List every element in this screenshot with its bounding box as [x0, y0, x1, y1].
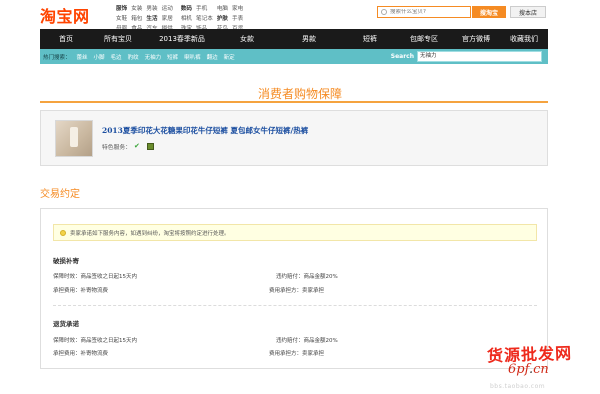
watermark-url-part: cn — [533, 362, 549, 377]
nav-item[interactable]: 男款 — [274, 34, 344, 44]
service-icon[interactable] — [147, 143, 154, 150]
nav-item[interactable]: 2013春季新品 — [144, 34, 220, 44]
hot-search-label: 热门搜索： — [43, 54, 71, 61]
title-divider — [40, 101, 548, 103]
block-row-left: 保障时效：商品签收之日起15天内 — [53, 274, 137, 280]
category-link[interactable]: 手表 — [232, 15, 243, 23]
feature-label: 特色服务： — [102, 145, 131, 151]
guarantee-icon[interactable]: ✔ — [134, 143, 141, 150]
store-nav: 首页 所有宝贝 2013春季新品 女款 男款 短裤 包邮专区 官方微博 收藏我们 — [40, 29, 548, 49]
product-card: 2013夏季印花大花糖果印花牛仔短裤 夏包邮女牛仔短裤/热裤 特色服务： ✔ — [40, 110, 548, 166]
site-header: 淘宝网 服饰女装男装运动女鞋箱包生活家居母婴食品汽车摄供 数码手机电脑家电相机笔… — [0, 0, 600, 32]
product-title-link[interactable]: 2013夏季印花大花糖果印花牛仔短裤 夏包邮女牛仔短裤/热裤 — [102, 125, 308, 136]
nav-item[interactable]: 官方微博 — [452, 34, 500, 44]
nav-item[interactable]: 首页 — [40, 34, 92, 44]
category-heading[interactable]: 服饰 — [116, 5, 127, 13]
nav-item[interactable]: 收藏我们 — [500, 34, 548, 44]
category-link[interactable]: 家电 — [232, 5, 243, 13]
hot-search-term[interactable]: 短裤 — [167, 53, 178, 61]
deal-agreement-box: 卖家承诺如下服务内容，如遇到纠纷，淘宝将按照约定进行处理。 破损补寄 保障时效：… — [40, 208, 548, 369]
block-row-right: 费用承担方：卖家承担 — [269, 351, 325, 357]
hot-search-term[interactable]: 喇叭裤 — [184, 53, 201, 61]
search-icon — [381, 9, 387, 15]
category-heading[interactable]: 生活 — [146, 15, 157, 23]
hot-search-bar: 热门搜索： 蕾丝 小脚 毛边 豹纹 无袖力 短裤 喇叭裤 翻边 新定 Search 无袖力 — [40, 49, 548, 64]
search-taobao-button[interactable]: 搜淘宝 — [472, 6, 506, 18]
category-link[interactable]: 手机 — [196, 5, 213, 13]
hot-search-term[interactable]: 翻边 — [207, 53, 218, 61]
search-input[interactable] — [390, 9, 460, 15]
category-heading[interactable]: 护肤 — [217, 15, 228, 23]
nav-item[interactable]: 包邮专区 — [396, 34, 452, 44]
watermark-url: 6pf.cn — [508, 362, 549, 377]
block-heading-damage: 破损补寄 — [53, 257, 79, 265]
hot-search-term[interactable]: 蕾丝 — [77, 53, 88, 61]
hot-search-term[interactable]: 无袖力 — [145, 53, 162, 61]
nav-item[interactable]: 女款 — [220, 34, 274, 44]
nav-item[interactable]: 短裤 — [344, 34, 396, 44]
category-link[interactable]: 电脑 — [217, 5, 228, 13]
category-link[interactable]: 运动 — [162, 5, 173, 13]
category-link[interactable]: 家居 — [162, 15, 173, 23]
hot-search-term[interactable]: 新定 — [224, 53, 235, 61]
block-row-left: 承担费用：补寄物流费 — [53, 351, 109, 357]
watermark-url-part: 6pf — [508, 362, 529, 377]
search-store-button[interactable]: 搜本店 — [510, 6, 546, 18]
block-heading-return: 退货承诺 — [53, 320, 79, 328]
product-thumbnail[interactable] — [55, 120, 93, 157]
store-search-input[interactable]: 无袖力 — [417, 51, 542, 62]
block-row-left: 保障时效：商品签收之日起15天内 — [53, 338, 137, 344]
nav-item[interactable]: 所有宝贝 — [92, 34, 144, 44]
hot-search-term[interactable]: 小脚 — [94, 53, 105, 61]
category-link[interactable]: 笔记本 — [196, 15, 213, 23]
category-link[interactable]: 箱包 — [131, 15, 142, 23]
hot-search-term[interactable]: 豹纹 — [128, 53, 139, 61]
block-divider — [53, 305, 537, 306]
block-row-right: 违约赔付：商品金额20% — [276, 274, 338, 280]
notice-text: 卖家承诺如下服务内容，如遇到纠纷，淘宝将按照约定进行处理。 — [70, 230, 230, 237]
deal-title: 交易约定 — [40, 189, 80, 200]
category-heading[interactable]: 数码 — [181, 5, 192, 13]
block-row-right: 违约赔付：商品金额20% — [276, 338, 338, 344]
category-link[interactable]: 女鞋 — [116, 15, 127, 23]
block-row-left: 承担费用：补寄物流费 — [53, 288, 109, 294]
category-link[interactable]: 女装 — [131, 5, 142, 13]
lightbulb-icon — [60, 229, 66, 236]
taobao-logo[interactable]: 淘宝网 — [40, 3, 90, 27]
feature-services: 特色服务： ✔ — [102, 142, 154, 151]
page-title: 消费者购物保障 — [257, 87, 342, 101]
store-search: Search 无袖力 — [391, 51, 548, 62]
notice-bar: 卖家承诺如下服务内容，如遇到纠纷，淘宝将按照约定进行处理。 — [53, 224, 537, 241]
store-search-label: Search — [390, 53, 414, 60]
watermark-forum: bbs.taobao.com — [490, 383, 546, 390]
hot-search-term[interactable]: 毛边 — [111, 53, 122, 61]
category-link[interactable]: 相机 — [181, 15, 192, 23]
block-row-right: 费用承担方：卖家承担 — [269, 288, 325, 294]
hot-search-terms: 蕾丝 小脚 毛边 豹纹 无袖力 短裤 喇叭裤 翻边 新定 — [77, 53, 241, 61]
search-box[interactable] — [377, 6, 471, 18]
category-link[interactable]: 男装 — [146, 5, 157, 13]
